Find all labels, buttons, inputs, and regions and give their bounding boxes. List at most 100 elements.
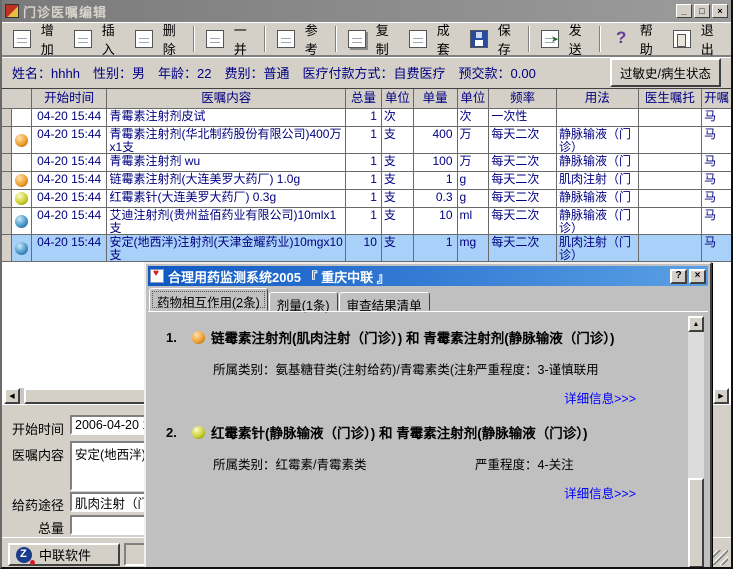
table-row[interactable]: 04-20 15:44 青霉素注射剂皮试 1 次 次 一次性 马: [2, 109, 731, 127]
cell-dose: 1: [414, 172, 458, 190]
column-header: 医生嘱托: [639, 89, 703, 109]
save-button[interactable]: 保存: [463, 25, 524, 53]
cell-total-unit: 支: [382, 127, 414, 154]
add-icon: [13, 30, 31, 48]
table-row[interactable]: 04-20 15:44 红霉素针(大连美罗大药厂) 0.3g 1 支 0.3 g…: [2, 190, 731, 208]
send-icon: [541, 30, 559, 48]
toolbar-button-label: 发送: [563, 20, 588, 58]
scroll-up-button[interactable]: ▲: [688, 316, 704, 332]
toolbar: 增加 插入 删除 一并 参考 复制 成套 保存 发送 帮助 退出: [2, 22, 731, 56]
set-button[interactable]: 成套: [402, 25, 463, 53]
insert-button[interactable]: 插入: [67, 25, 128, 53]
delete-button[interactable]: 删除: [128, 25, 189, 53]
add-button[interactable]: 增加: [6, 25, 67, 53]
delete-icon: [135, 30, 153, 48]
help-button[interactable]: 帮助: [605, 25, 666, 53]
cell-frequency: 每天二次: [489, 127, 557, 154]
row-status-cell: [12, 190, 32, 208]
scroll-left-button[interactable]: ◀: [4, 388, 20, 404]
vscrollbar-track[interactable]: [688, 332, 704, 569]
severity-label: 严重程度：: [475, 458, 538, 472]
merge-button[interactable]: 一并: [199, 25, 260, 53]
detail-info-link[interactable]: 详细信息>>>: [564, 392, 636, 406]
cell-dose-unit: 次: [458, 109, 490, 127]
drug-monitor-dialog: 合理用药监测系统2005 『 重庆中联 』 ? × 药物相互作用(2条)剂量(1…: [144, 262, 712, 569]
save-icon: [470, 30, 488, 48]
patient-info: 姓名：hhhh性别：男年龄：22费别：普通医疗付款方式：自费医疗预交款：0.00: [12, 63, 536, 82]
patient-bar: 姓名：hhhh性别：男年龄：22费别：普通医疗付款方式：自费医疗预交款：0.00…: [2, 56, 731, 88]
minimize-button[interactable]: _: [676, 4, 692, 18]
item-severity: 严重程度：4-关注: [475, 454, 574, 473]
cell-dose: 0.3: [414, 190, 458, 208]
patient-field-value: 男: [132, 66, 145, 81]
cell-start-time: 04-20 15:44: [32, 208, 108, 235]
table-row[interactable]: 04-20 15:44 安定(地西泮)注射剂(天津金耀药业)10mgx10支 1…: [2, 235, 731, 262]
cell-dose-unit: g: [458, 190, 490, 208]
patient-field-value: 22: [197, 66, 211, 81]
dialog-help-button[interactable]: ?: [670, 269, 687, 284]
severity-label: 严重程度：: [475, 363, 538, 377]
row-margin-cell: [2, 172, 12, 190]
merge-icon: [206, 30, 224, 48]
close-button[interactable]: ×: [712, 4, 728, 18]
cell-doctor-note: [639, 172, 703, 190]
status-dot-icon: [15, 242, 28, 255]
item-category: 所属类别：氨基糖苷类(注射给药)/青霉素类(注射给药: [213, 359, 475, 378]
vscrollbar-thumb[interactable]: [688, 478, 704, 568]
table-row[interactable]: 04-20 15:44 链霉素注射剂(大连美罗大药厂) 1.0g 1 支 1 g…: [2, 172, 731, 190]
dialog-tabbar: 药物相互作用(2条)剂量(1条)审查结果清单: [146, 288, 710, 311]
item-category: 所属类别：红霉素/青霉素类: [213, 454, 475, 473]
cell-doctor-note: [639, 154, 703, 172]
row-status-cell: [12, 208, 32, 235]
item-link-line: 详细信息>>>: [166, 473, 676, 504]
dialog-heart-icon: [150, 269, 164, 283]
cell-doctor: 马: [702, 235, 731, 262]
cell-total-unit: 支: [382, 190, 414, 208]
cell-dose-unit: g: [458, 172, 490, 190]
reference-button[interactable]: 参考: [270, 25, 331, 53]
cell-frequency: 每天二次: [489, 172, 557, 190]
dialog-tab[interactable]: 剂量(1条): [269, 292, 338, 311]
exit-button[interactable]: 退出: [666, 25, 727, 53]
dialog-close-button[interactable]: ×: [689, 269, 706, 284]
start-time-label: 开始时间: [6, 419, 64, 438]
patient-field: 姓名：hhhh: [12, 63, 80, 82]
dialog-vertical-scrollbar[interactable]: ▲: [688, 316, 704, 569]
cell-doctor: 马: [702, 109, 731, 127]
toolbar-button-label: 插入: [96, 20, 121, 58]
dialog-list: 1. 链霉素注射剂(肌肉注射（门诊）) 和 青霉素注射剂(静脉输液（门诊）) 所…: [150, 314, 682, 569]
table-row[interactable]: 04-20 15:44 艾迪注射剂(贵州益佰药业有限公司)10mlx1支 1 支…: [2, 208, 731, 235]
toolbar-separator: [599, 26, 601, 52]
cell-dose: 1: [414, 235, 458, 262]
total-label: 总量: [6, 518, 64, 537]
send-button[interactable]: 发送: [534, 25, 595, 53]
detail-info-link[interactable]: 详细信息>>>: [564, 487, 636, 501]
resize-grip[interactable]: [713, 550, 728, 565]
patient-field: 医疗付款方式：自费医疗: [302, 63, 445, 82]
table-row[interactable]: 04-20 15:44 青霉素注射剂 wu 1 支 100 万 每天二次 静脉输…: [2, 154, 731, 172]
status-dot-icon: [15, 215, 28, 228]
table-row[interactable]: 04-20 15:44 青霉素注射剂(华北制药股份有限公司)400万x1支 1 …: [2, 127, 731, 154]
maximize-button[interactable]: □: [694, 4, 710, 18]
zlsoft-brand-button[interactable]: 中联软件: [8, 543, 120, 566]
patient-field: 年龄：22: [158, 63, 211, 82]
status-dot-icon: [15, 174, 28, 187]
cell-start-time: 04-20 15:44: [32, 190, 108, 208]
cell-order-content: 红霉素针(大连美罗大药厂) 0.3g: [107, 190, 346, 208]
cell-start-time: 04-20 15:44: [32, 127, 108, 154]
allergy-history-button[interactable]: 过敏史/病生状态: [610, 58, 721, 87]
set-icon: [409, 30, 427, 48]
scroll-right-button[interactable]: ▶: [713, 388, 729, 404]
cell-frequency: 每天二次: [489, 154, 557, 172]
status-dot-icon: [15, 134, 28, 147]
cell-dose-unit: ml: [458, 208, 490, 235]
cell-total: 1: [346, 127, 382, 154]
dialog-tab[interactable]: 审查结果清单: [339, 292, 430, 311]
copy-button[interactable]: 复制: [341, 25, 402, 53]
row-status-cell: [12, 127, 32, 154]
dialog-tab[interactable]: 药物相互作用(2条): [149, 288, 268, 311]
dialog-content: 1. 链霉素注射剂(肌肉注射（门诊）) 和 青霉素注射剂(静脉输液（门诊）) 所…: [148, 311, 708, 569]
cell-dose: 100: [414, 154, 458, 172]
severity-dot-icon: [192, 426, 205, 439]
column-header: 单量: [414, 89, 458, 109]
